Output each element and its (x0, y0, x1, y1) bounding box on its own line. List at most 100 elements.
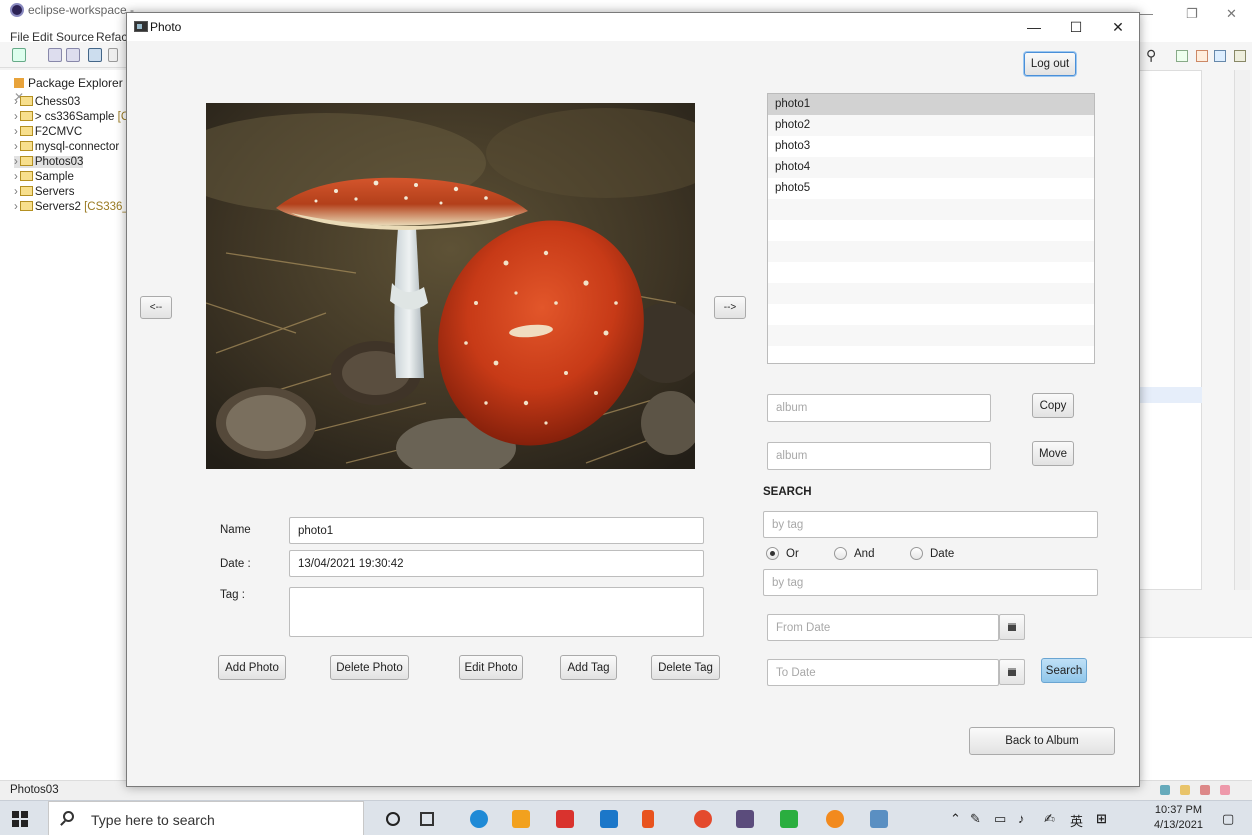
java-icon[interactable] (870, 810, 888, 828)
tag-label: Tag : (220, 589, 245, 601)
photo-list-item[interactable]: photo2 (768, 115, 1094, 136)
photo-list-item[interactable] (768, 325, 1094, 346)
chevron-right-icon: › (14, 156, 18, 168)
eclipse-minimize-icon[interactable]: — (1140, 6, 1153, 21)
keyboard-icon[interactable]: ⊞ (1096, 811, 1107, 827)
eclipse-taskbar-icon[interactable] (736, 810, 754, 828)
logout-button[interactable]: Log out (1024, 52, 1076, 76)
photo-list[interactable]: photo1 photo2 photo3 photo4 photo5 (767, 93, 1095, 364)
java-perspective-icon[interactable] (1196, 50, 1208, 62)
project-item[interactable]: › mysql-connector (14, 141, 119, 153)
edge-browser-icon[interactable] (470, 810, 488, 828)
photo-list-item[interactable] (768, 220, 1094, 241)
notifications-icon[interactable]: ▢ (1222, 811, 1234, 827)
ime-indicator[interactable]: 英 (1070, 811, 1083, 830)
windows-start-icon[interactable] (12, 811, 28, 827)
open-perspective-icon[interactable] (1176, 50, 1188, 62)
back-to-album-button[interactable]: Back to Album (969, 727, 1115, 755)
new-file-icon[interactable] (12, 48, 26, 62)
date-field[interactable] (289, 550, 704, 577)
editor-highlight-line (1138, 387, 1202, 403)
edit-photo-button[interactable]: Edit Photo (459, 655, 523, 680)
office-icon[interactable] (642, 810, 654, 828)
project-label: mysql-connector (34, 141, 120, 153)
tag-textarea[interactable] (289, 587, 704, 637)
mail-icon[interactable] (600, 810, 618, 828)
move-button[interactable]: Move (1032, 441, 1074, 466)
project-item[interactable]: › Chess03 (14, 96, 80, 108)
move-album-input[interactable] (767, 442, 991, 470)
photo-list-item[interactable] (768, 241, 1094, 262)
delete-photo-button[interactable]: Delete Photo (330, 655, 409, 680)
project-item[interactable]: › > cs336Sample [C (14, 111, 129, 123)
package-explorer-icon (14, 78, 24, 88)
wechat-icon[interactable] (780, 810, 798, 828)
photo-list-item[interactable]: photo5 (768, 178, 1094, 199)
store-icon[interactable] (512, 810, 530, 828)
acrobat-icon[interactable] (556, 810, 574, 828)
save-all-icon[interactable] (66, 48, 80, 62)
taskbar-clock[interactable]: 10:37 PM 4/13/2021 (1154, 803, 1203, 833)
add-photo-button[interactable]: Add Photo (218, 655, 286, 680)
copy-album-input[interactable] (767, 394, 991, 422)
copy-button[interactable]: Copy (1032, 393, 1074, 418)
project-item[interactable]: › Servers2 [CS336_ (14, 201, 129, 213)
dialog-title-bar: Photo — ☐ ✕ (127, 13, 1139, 41)
radio-and-label: And (854, 548, 875, 560)
task-view-icon[interactable] (420, 812, 434, 826)
project-folder-icon (19, 186, 33, 196)
project-item[interactable]: › Servers (14, 186, 74, 198)
pen-icon[interactable]: ✎ (970, 811, 981, 827)
search-tag-input-1[interactable] (763, 511, 1098, 538)
photo-list-item[interactable] (768, 199, 1094, 220)
volume-icon[interactable]: ♪ (1018, 811, 1025, 826)
search-heading: SEARCH (763, 486, 812, 498)
to-date-input[interactable] (767, 659, 999, 686)
pin-icon[interactable] (108, 48, 118, 62)
photo-preview (206, 103, 695, 469)
photo-list-item[interactable]: photo3 (768, 136, 1094, 157)
add-tag-button[interactable]: Add Tag (560, 655, 617, 680)
close-icon[interactable]: ✕ (1101, 16, 1135, 38)
chrome-icon[interactable] (694, 810, 712, 828)
photo-list-item[interactable] (768, 304, 1094, 325)
windows-taskbar: Type here to search ⌃ ✎ ▭ ♪ ✍ 英 ⊞ 10:37 … (0, 800, 1252, 835)
delete-tag-button[interactable]: Delete Tag (651, 655, 720, 680)
ink-workspace-icon[interactable]: ✍ (1044, 811, 1055, 827)
calendar-icon[interactable] (999, 659, 1025, 685)
project-item[interactable]: › F2CMVC (14, 126, 82, 138)
from-date-input[interactable] (767, 614, 999, 641)
tray-chevron-up-icon[interactable]: ⌃ (950, 811, 961, 827)
search-button[interactable]: Search (1041, 658, 1087, 683)
search-tag-input-2[interactable] (763, 569, 1098, 596)
chevron-right-icon: › (14, 171, 18, 183)
photo-list-item[interactable] (768, 262, 1094, 283)
name-field[interactable] (289, 517, 704, 544)
calendar-icon[interactable] (999, 614, 1025, 640)
save-icon[interactable] (48, 48, 62, 62)
photo-list-item[interactable] (768, 346, 1094, 367)
radio-date[interactable] (910, 547, 923, 560)
photo-list-item[interactable]: photo1 (768, 94, 1094, 115)
battery-icon[interactable]: ▭ (994, 811, 1006, 827)
search-icon[interactable]: ⚲ (1146, 47, 1156, 64)
radio-or[interactable] (766, 547, 779, 560)
team-perspective-icon[interactable] (1234, 50, 1246, 62)
terminal-icon[interactable] (88, 48, 102, 62)
cortana-icon[interactable] (386, 812, 400, 826)
photo-list-item[interactable]: photo4 (768, 157, 1094, 178)
firefox-icon[interactable] (826, 810, 844, 828)
project-label: Chess03 (34, 96, 81, 108)
minimize-icon[interactable]: — (1017, 16, 1051, 38)
previous-photo-button[interactable]: <-- (140, 296, 172, 319)
radio-and[interactable] (834, 547, 847, 560)
maximize-icon[interactable]: ☐ (1059, 16, 1093, 38)
taskbar-search-box[interactable]: Type here to search (48, 801, 364, 835)
eclipse-window-title: eclipse-workspace - (28, 3, 135, 17)
project-item[interactable]: › Sample (14, 171, 74, 183)
photo-list-item[interactable] (768, 283, 1094, 304)
next-photo-button[interactable]: --> (714, 296, 746, 319)
date-label: Date : (220, 558, 251, 570)
project-item-selected[interactable]: › Photos03 (14, 156, 84, 168)
debug-perspective-icon[interactable] (1214, 50, 1226, 62)
